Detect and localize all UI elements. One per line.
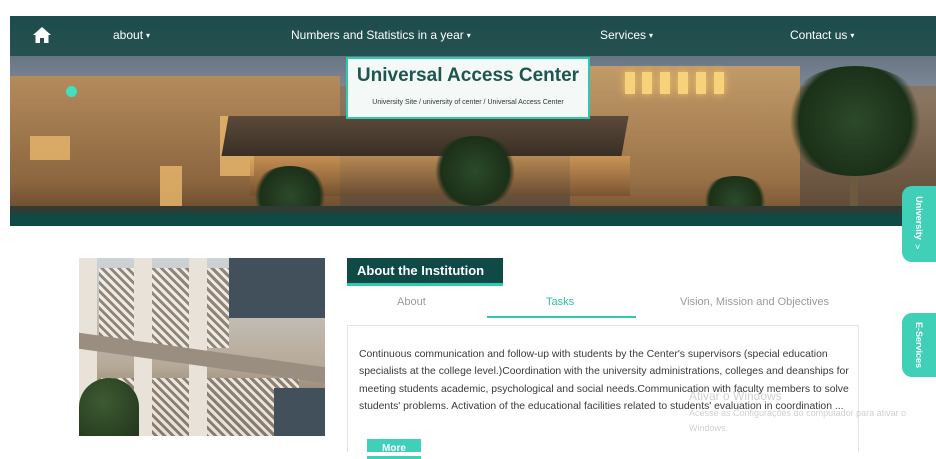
caret-down-icon: ▾ xyxy=(146,31,151,40)
slider-dot[interactable] xyxy=(66,86,77,97)
nav-item-statistics[interactable]: Numbers and Statistics in a year ▾ xyxy=(291,28,471,42)
side-tab-label: University xyxy=(914,196,924,240)
page-title-box: Universal Access Center University Site … xyxy=(346,57,590,119)
nav-item-label: Contact us xyxy=(790,28,848,42)
nav-item-about[interactable]: about ▾ xyxy=(113,28,150,42)
hero-palm-tree xyxy=(780,66,930,176)
hero-light xyxy=(714,72,724,94)
hero-window xyxy=(30,136,70,160)
frame-bottom-edge xyxy=(0,452,936,456)
side-tab-university[interactable]: University ˅ xyxy=(902,186,936,262)
top-navigation-bar: about ▾ Numbers and Statistics in a year ▾… xyxy=(10,16,936,56)
frame-left-edge xyxy=(0,0,10,456)
caret-down-icon: ▾ xyxy=(649,31,654,40)
section-heading-underline xyxy=(347,283,503,286)
caret-down-icon: ▾ xyxy=(850,31,855,40)
hero-light xyxy=(625,72,635,94)
hero-light xyxy=(642,72,652,94)
photo-lattice xyxy=(99,268,229,348)
institution-photo xyxy=(79,258,325,436)
hero-light xyxy=(660,72,670,94)
hero-canopy xyxy=(221,116,629,156)
section-heading: About the Institution xyxy=(347,258,503,283)
breadcrumb[interactable]: University Site / university of center /… xyxy=(348,99,588,106)
nav-item-label: Services xyxy=(600,28,647,42)
windows-activation-title: Ativar o Windows xyxy=(689,389,782,403)
photo-tree xyxy=(79,378,139,436)
caret-down-icon: ▾ xyxy=(466,31,471,40)
tab-about[interactable]: About xyxy=(397,296,426,308)
hero-light xyxy=(678,72,688,94)
side-tab-e-services[interactable]: E-Services xyxy=(902,313,936,377)
hero-bottom-band xyxy=(10,214,936,226)
photo-glass xyxy=(229,258,325,318)
hero-tree xyxy=(430,136,520,206)
nav-item-label: about xyxy=(113,28,144,42)
hero-light xyxy=(696,72,706,94)
home-icon[interactable] xyxy=(32,25,52,45)
tab-tasks[interactable]: Tasks xyxy=(546,296,574,308)
page-title: Universal Access Center xyxy=(356,65,580,86)
more-button[interactable]: More xyxy=(367,439,421,459)
tab-vision-mission[interactable]: Vision, Mission and Objectives xyxy=(680,296,829,308)
windows-activation-text: Acesse as Configurações do computador pa… xyxy=(689,408,907,433)
nav-item-services[interactable]: Services ▾ xyxy=(600,28,653,42)
photo-column xyxy=(189,258,207,436)
nav-item-contact[interactable]: Contact us ▾ xyxy=(790,28,854,42)
active-tab-indicator xyxy=(487,316,636,318)
chevron-down-icon: ˅ xyxy=(915,242,921,252)
side-tab-label: E-Services xyxy=(914,321,924,369)
nav-item-label: Numbers and Statistics in a year xyxy=(291,28,464,42)
photo-glass xyxy=(274,388,325,436)
